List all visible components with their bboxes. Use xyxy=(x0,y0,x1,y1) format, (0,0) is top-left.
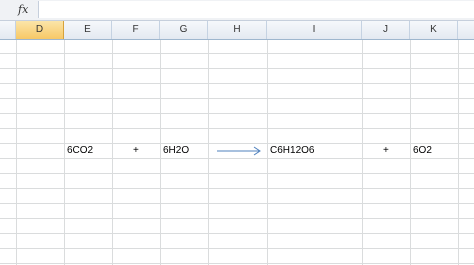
cell-grid[interactable]: 6CO2 + 6H2O C6H12O6 + 6O2 xyxy=(0,40,474,265)
column-header-partial[interactable] xyxy=(458,21,474,39)
select-all-corner[interactable] xyxy=(0,21,16,39)
cell-e-text[interactable]: 6CO2 xyxy=(67,144,93,158)
right-arrow-icon[interactable] xyxy=(215,146,263,156)
column-header-row: D E F G H I J K xyxy=(0,21,474,40)
column-header-g[interactable]: G xyxy=(160,21,208,39)
column-header-h[interactable]: H xyxy=(208,21,267,39)
formula-input[interactable] xyxy=(38,1,474,18)
cell-g-text[interactable]: 6H2O xyxy=(163,144,189,158)
column-header-d[interactable]: D xyxy=(16,21,64,39)
column-header-e[interactable]: E xyxy=(64,21,112,39)
column-header-j[interactable]: J xyxy=(362,21,410,39)
column-header-k[interactable]: K xyxy=(410,21,458,39)
column-header-f[interactable]: F xyxy=(112,21,160,39)
formula-bar: fx xyxy=(0,0,474,21)
function-icon[interactable]: fx xyxy=(18,2,38,18)
cell-j-text[interactable]: + xyxy=(383,144,389,158)
column-header-i[interactable]: I xyxy=(267,21,362,39)
cell-i-text[interactable]: C6H12O6 xyxy=(270,144,314,158)
cell-f-text[interactable]: + xyxy=(133,144,139,158)
cell-k-text[interactable]: 6O2 xyxy=(413,144,432,158)
